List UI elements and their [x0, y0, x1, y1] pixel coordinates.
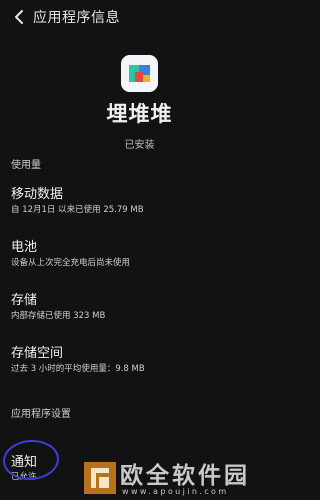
row-battery[interactable]: 电池 设备从上次完全充电后尚未使用 [0, 236, 279, 276]
row-storage-label: 存储 [11, 293, 38, 308]
section-header-usage: 使用量 [11, 160, 41, 171]
row-battery-label: 电池 [11, 240, 38, 255]
watermark-logo-icon [84, 462, 116, 494]
row-mobile-data-label: 移动数据 [11, 187, 64, 202]
section-header-app-settings: 应用程序设置 [11, 409, 71, 420]
row-storage-space[interactable]: 存储空间 过去 3 小时的平均使用量：9.8 MB [0, 342, 279, 382]
page-title: 应用程序信息 [33, 10, 120, 26]
row-storage-summary: 内部存储已使用 323 MB [11, 311, 106, 321]
back-button[interactable] [8, 6, 30, 28]
app-install-status: 已安装 [124, 140, 155, 151]
chevron-left-icon [15, 10, 23, 24]
row-storage-space-label: 存储空间 [11, 346, 64, 361]
watermark-url: www.apoujin.com [122, 487, 229, 496]
app-logo-icon [121, 55, 158, 92]
app-name: 埋堆堆 [106, 102, 173, 126]
row-storage-space-summary: 过去 3 小时的平均使用量：9.8 MB [11, 364, 145, 374]
watermark-text: 欧全软件园 [120, 463, 250, 489]
row-mobile-data-summary: 自 12月1日 以来已使用 25.79 MB [11, 205, 144, 215]
row-battery-summary: 设备从上次完全充电后尚未使用 [11, 258, 131, 268]
row-storage[interactable]: 存储 内部存储已使用 323 MB [0, 289, 279, 329]
row-mobile-data[interactable]: 移动数据 自 12月1日 以来已使用 25.79 MB [0, 183, 279, 223]
app-bar: 应用程序信息 [0, 0, 279, 34]
